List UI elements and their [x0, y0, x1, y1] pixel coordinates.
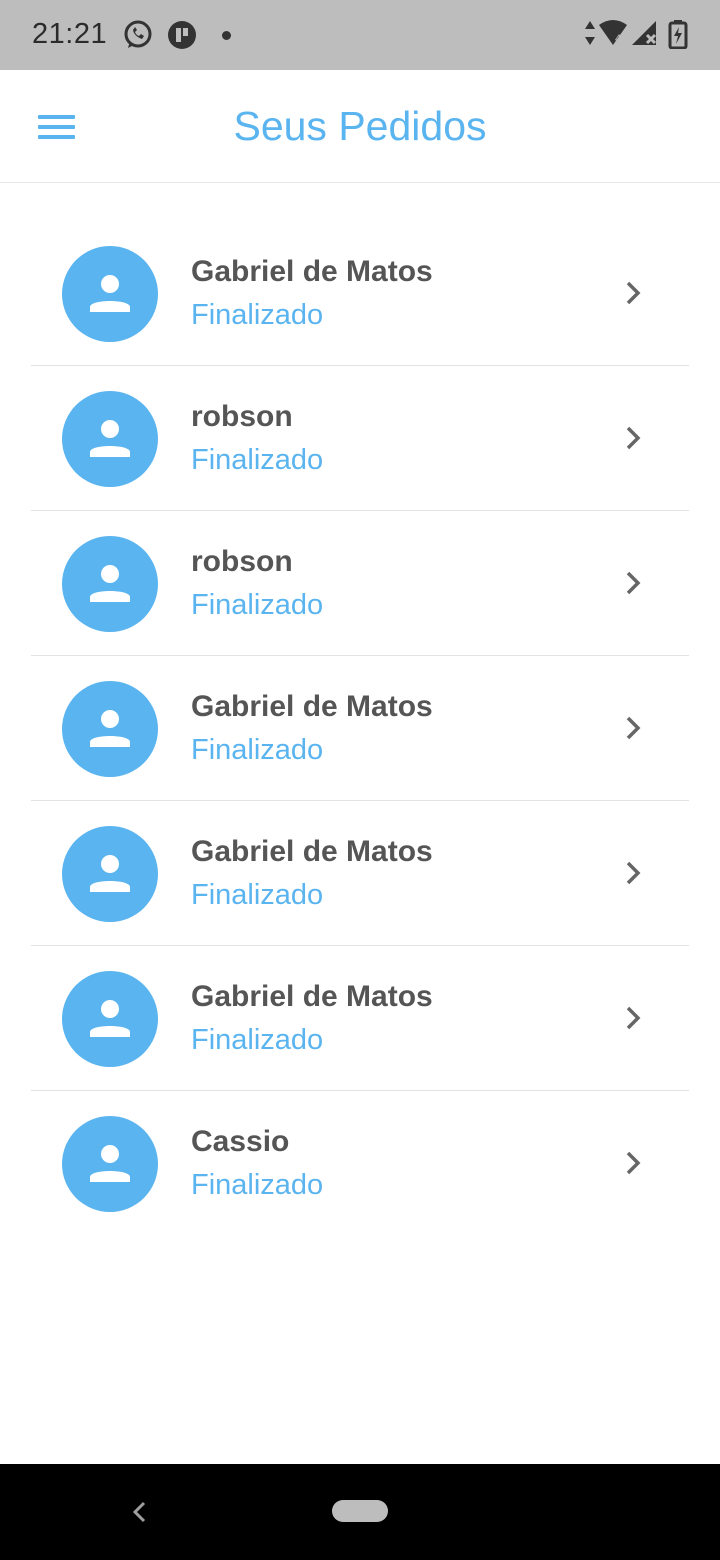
order-status: Finalizado — [191, 734, 324, 766]
home-pill-icon[interactable] — [332, 1500, 388, 1522]
chevron-right-icon — [626, 426, 641, 450]
chevron-right-icon — [626, 1006, 641, 1030]
chevron-right-icon — [626, 571, 641, 595]
person-icon — [90, 275, 130, 312]
dot-icon — [222, 31, 231, 40]
order-customer-name: Gabriel de Matos — [191, 690, 433, 723]
order-status: Finalizado — [191, 444, 324, 476]
avatar — [62, 536, 158, 632]
whatsapp-icon — [124, 20, 152, 48]
avatar — [62, 391, 158, 487]
person-icon — [90, 1145, 130, 1182]
chevron-right-icon — [626, 1151, 641, 1175]
data-arrows-icon — [585, 21, 595, 45]
status-time: 21:21 — [32, 18, 108, 50]
order-status: Finalizado — [191, 1024, 324, 1056]
order-status: Finalizado — [191, 589, 324, 621]
notification-app-icon — [168, 21, 196, 49]
wifi-icon: 4 — [599, 20, 627, 45]
person-icon — [90, 565, 130, 602]
order-customer-name: Gabriel de Matos — [191, 980, 433, 1013]
signal-icon — [632, 21, 657, 45]
orders-list: Gabriel de Matos Finalizado robson Final… — [31, 221, 689, 1236]
order-status: Finalizado — [191, 299, 324, 331]
list-item[interactable]: robson Finalizado — [31, 511, 689, 656]
chevron-right-icon — [626, 281, 641, 305]
app-bar: Seus Pedidos — [0, 70, 720, 183]
avatar — [62, 681, 158, 777]
list-item[interactable]: robson Finalizado — [31, 366, 689, 511]
order-customer-name: robson — [191, 400, 293, 433]
svg-text:4: 4 — [615, 33, 621, 45]
avatar — [62, 826, 158, 922]
avatar — [62, 246, 158, 342]
back-icon[interactable] — [130, 1500, 148, 1524]
avatar — [62, 971, 158, 1067]
page-title: Seus Pedidos — [233, 103, 487, 149]
list-item[interactable]: Cassio Finalizado — [31, 1091, 689, 1236]
order-status: Finalizado — [191, 1169, 324, 1201]
order-customer-name: robson — [191, 545, 293, 578]
order-customer-name: Gabriel de Matos — [191, 835, 433, 868]
list-item[interactable]: Gabriel de Matos Finalizado — [31, 221, 689, 366]
person-icon — [90, 855, 130, 892]
chevron-right-icon — [626, 861, 641, 885]
person-icon — [90, 1000, 130, 1037]
order-customer-name: Cassio — [191, 1125, 290, 1158]
order-customer-name: Gabriel de Matos — [191, 255, 433, 288]
avatar — [62, 1116, 158, 1212]
status-bar: 21:21 4 — [0, 0, 720, 70]
list-item[interactable]: Gabriel de Matos Finalizado — [31, 801, 689, 946]
order-status: Finalizado — [191, 879, 324, 911]
list-item[interactable]: Gabriel de Matos Finalizado — [31, 946, 689, 1091]
list-item[interactable]: Gabriel de Matos Finalizado — [31, 656, 689, 801]
person-icon — [90, 710, 130, 747]
battery-charging-icon — [668, 20, 688, 49]
person-icon — [90, 420, 130, 457]
chevron-right-icon — [626, 716, 641, 740]
